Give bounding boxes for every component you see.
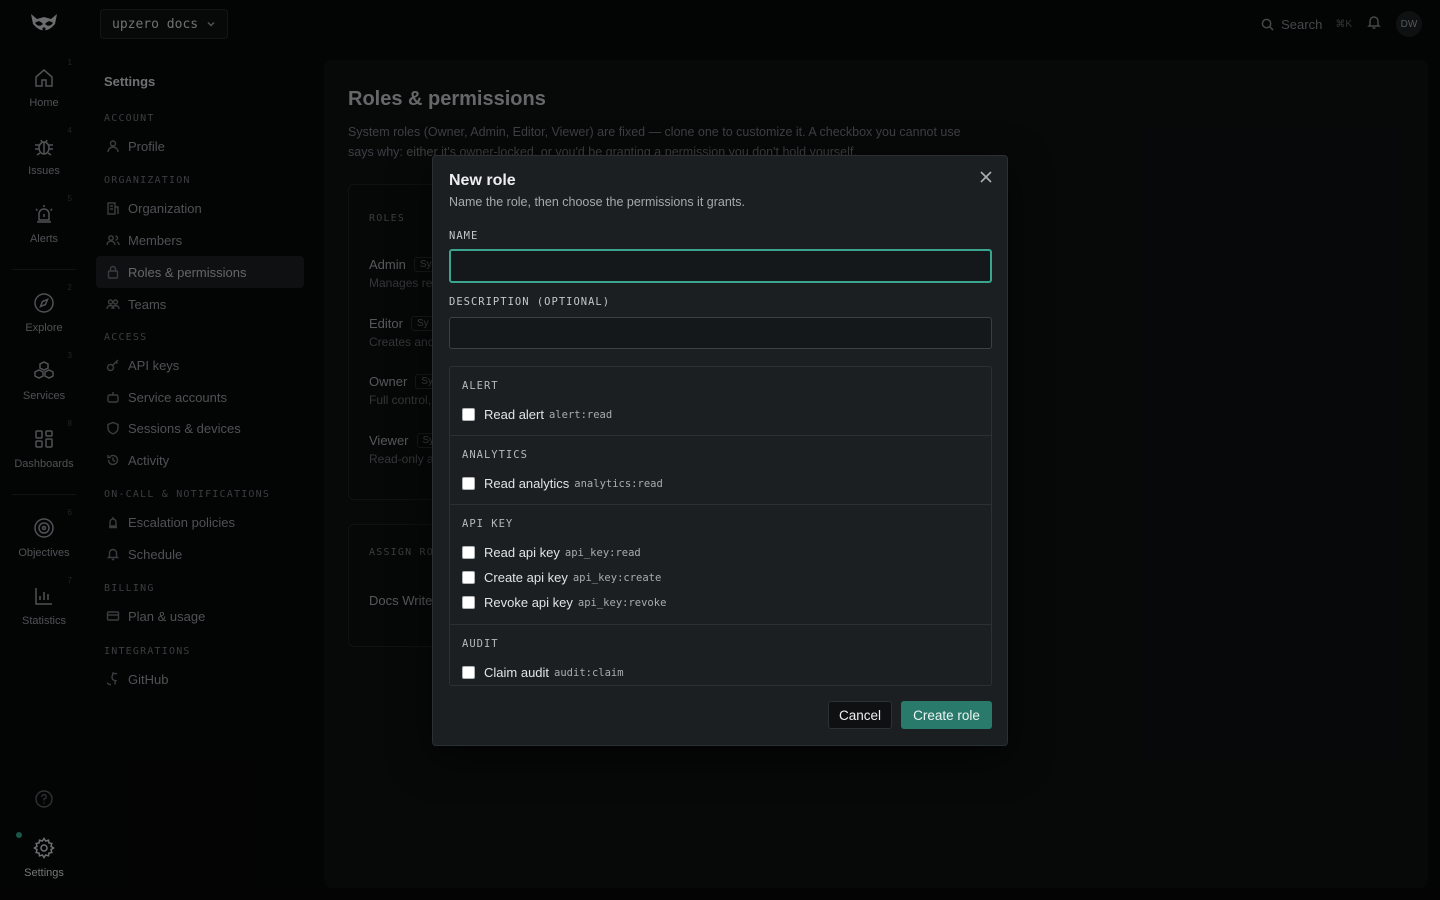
description-label: DESCRIPTION (OPTIONAL) — [449, 296, 611, 308]
create-role-button[interactable]: Create role — [901, 701, 992, 729]
role-description-input[interactable] — [449, 317, 992, 349]
role-name-input[interactable] — [449, 249, 992, 283]
permission-row[interactable]: Read analytics analytics:read — [462, 471, 979, 496]
permission-label: Claim audit — [484, 665, 550, 680]
permission-label: Create api key — [484, 570, 568, 585]
permission-group-audit: AUDIT Claim audit audit:claim — [450, 625, 991, 685]
permission-group-analytics: ANALYTICS Read analytics analytics:read — [450, 436, 991, 505]
permission-label: Read analytics — [484, 476, 570, 491]
permission-checkbox[interactable] — [462, 546, 475, 559]
permission-code: api_key:read — [564, 546, 641, 559]
permission-code: alert:read — [548, 408, 613, 421]
dialog-subtitle: Name the role, then choose the permissio… — [449, 195, 745, 209]
permission-code: api_key:revoke — [577, 596, 667, 609]
name-label: NAME — [449, 230, 479, 242]
permission-group-title: AUDIT — [462, 638, 499, 650]
permission-row[interactable]: Revoke api key api_key:revoke — [462, 590, 979, 615]
permissions-list: ALERT Read alert alert:read ANALYTICS Re… — [449, 366, 992, 686]
permission-code: audit:claim — [554, 666, 624, 679]
cancel-button[interactable]: Cancel — [828, 701, 892, 729]
permission-row[interactable]: Read alert alert:read — [462, 402, 979, 427]
permission-row[interactable]: Claim audit audit:claim — [462, 660, 979, 685]
permission-row[interactable]: Read api key api_key:read — [462, 540, 979, 565]
close-icon — [980, 171, 992, 183]
permission-checkbox[interactable] — [462, 596, 475, 609]
permission-group-title: ANALYTICS — [462, 449, 528, 461]
permission-row[interactable]: Create api key api_key:create — [462, 565, 979, 590]
permission-code: analytics:read — [574, 477, 663, 490]
permission-label: Revoke api key — [484, 595, 573, 610]
permission-label: Read alert — [484, 407, 544, 422]
close-button[interactable] — [977, 168, 995, 186]
permission-group-title: API KEY — [462, 518, 514, 530]
permission-group-title: ALERT — [462, 380, 499, 392]
permission-label: Read api key — [484, 545, 560, 560]
permission-code: api_key:create — [572, 571, 662, 584]
permission-group-api-key: API KEY Read api key api_key:read Create… — [450, 505, 991, 625]
permission-checkbox[interactable] — [462, 477, 475, 490]
permission-checkbox[interactable] — [462, 666, 475, 679]
permission-checkbox[interactable] — [462, 408, 475, 421]
permission-group-alert: ALERT Read alert alert:read — [450, 367, 991, 436]
permission-checkbox[interactable] — [462, 571, 475, 584]
new-role-dialog: New role Name the role, then choose the … — [432, 155, 1008, 746]
dialog-title: New role — [449, 172, 516, 189]
